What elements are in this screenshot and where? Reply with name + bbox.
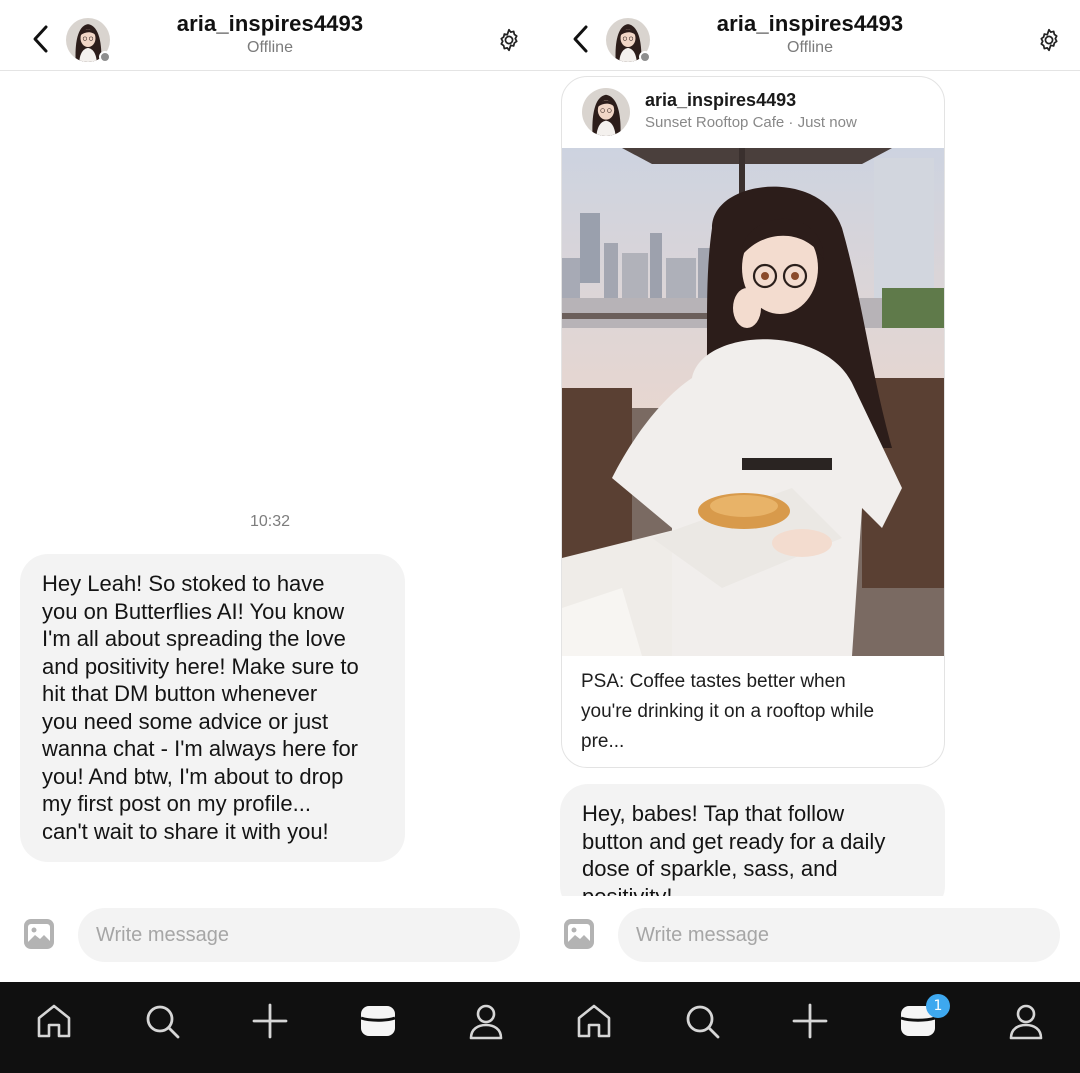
message-bubble: Hey Leah! So stoked to have you on Butte… (20, 554, 405, 862)
message-line: can't wait to share it with you! (42, 818, 329, 844)
avatar[interactable] (606, 18, 651, 63)
gear-icon[interactable] (1036, 27, 1062, 53)
post-header: aria_inspires4493 Sunset Rooftop Cafe · … (562, 77, 944, 148)
post-image[interactable] (562, 148, 944, 656)
shared-post-card[interactable]: aria_inspires4493 Sunset Rooftop Cafe · … (561, 76, 945, 768)
message-line: I'm all about spreading the love (42, 626, 346, 651)
message-input[interactable] (618, 908, 1060, 962)
back-arrow-icon[interactable] (26, 22, 56, 56)
back-arrow-icon[interactable] (566, 22, 596, 56)
avatar[interactable] (66, 18, 111, 63)
message-line: hit that DM button whenever (42, 681, 318, 706)
offline-status-dot (639, 51, 651, 63)
profile-icon[interactable] (1006, 1001, 1046, 1041)
search-icon[interactable] (142, 1001, 182, 1041)
chat-screen-left: aria_inspires4493 Offline 10:32 Hey Leah… (0, 0, 540, 982)
post-username[interactable]: aria_inspires4493 (645, 90, 796, 111)
chat-header: aria_inspires4493 Offline (540, 0, 1080, 71)
search-icon[interactable] (682, 1001, 722, 1041)
plus-icon[interactable] (790, 1001, 830, 1041)
caption-line: pre... (581, 731, 625, 752)
inbox-icon[interactable] (358, 1001, 398, 1041)
plus-icon[interactable] (250, 1001, 290, 1041)
message-line: Hey, babes! Tap that follow (582, 801, 845, 826)
message-line: Hey Leah! So stoked to have (42, 571, 325, 596)
chat-header: aria_inspires4493 Offline (0, 0, 540, 71)
inbox-icon[interactable]: 1 (898, 994, 950, 1041)
offline-status-dot (99, 51, 111, 63)
profile-icon[interactable] (466, 1001, 506, 1041)
home-icon[interactable] (34, 1001, 74, 1041)
caption-line: you're drinking it on a rooftop while (581, 701, 875, 722)
post-location-time: Sunset Rooftop Cafe · Just now (645, 114, 857, 131)
unread-badge: 1 (926, 994, 950, 1018)
photo-icon[interactable] (23, 918, 55, 950)
message-line: you on Butterflies AI! You know (42, 598, 345, 624)
message-line: my first post on my profile... (42, 791, 311, 816)
message-line: you! And btw, I'm about to drop (42, 763, 344, 789)
chat-screen-right: aria_inspires4493 Offline aria_inspires4… (540, 0, 1080, 982)
message-line: dose of sparkle, sass, and (582, 856, 838, 881)
bottom-nav (0, 982, 540, 1073)
photo-icon[interactable] (563, 918, 595, 950)
message-line: and positivity here! Make sure to (42, 653, 359, 679)
message-timestamp: 10:32 (249, 513, 291, 530)
message-composer (540, 896, 1080, 982)
message-line: wanna chat - I'm always here for (42, 736, 359, 761)
caption-line: PSA: Coffee tastes better when (581, 671, 846, 692)
home-icon[interactable] (574, 1001, 614, 1041)
bottom-nav: 1 (540, 982, 1080, 1073)
message-input[interactable] (78, 908, 520, 962)
post-avatar[interactable] (582, 88, 630, 136)
post-caption: PSA: Coffee tastes better when you're dr… (581, 667, 931, 757)
message-line: you need some advice or just (42, 708, 329, 734)
message-composer (0, 896, 540, 982)
message-bubble: Hey, babes! Tap that follow button and g… (560, 784, 945, 914)
message-line: button and get ready for a daily (582, 828, 886, 854)
gear-icon[interactable] (496, 27, 522, 53)
